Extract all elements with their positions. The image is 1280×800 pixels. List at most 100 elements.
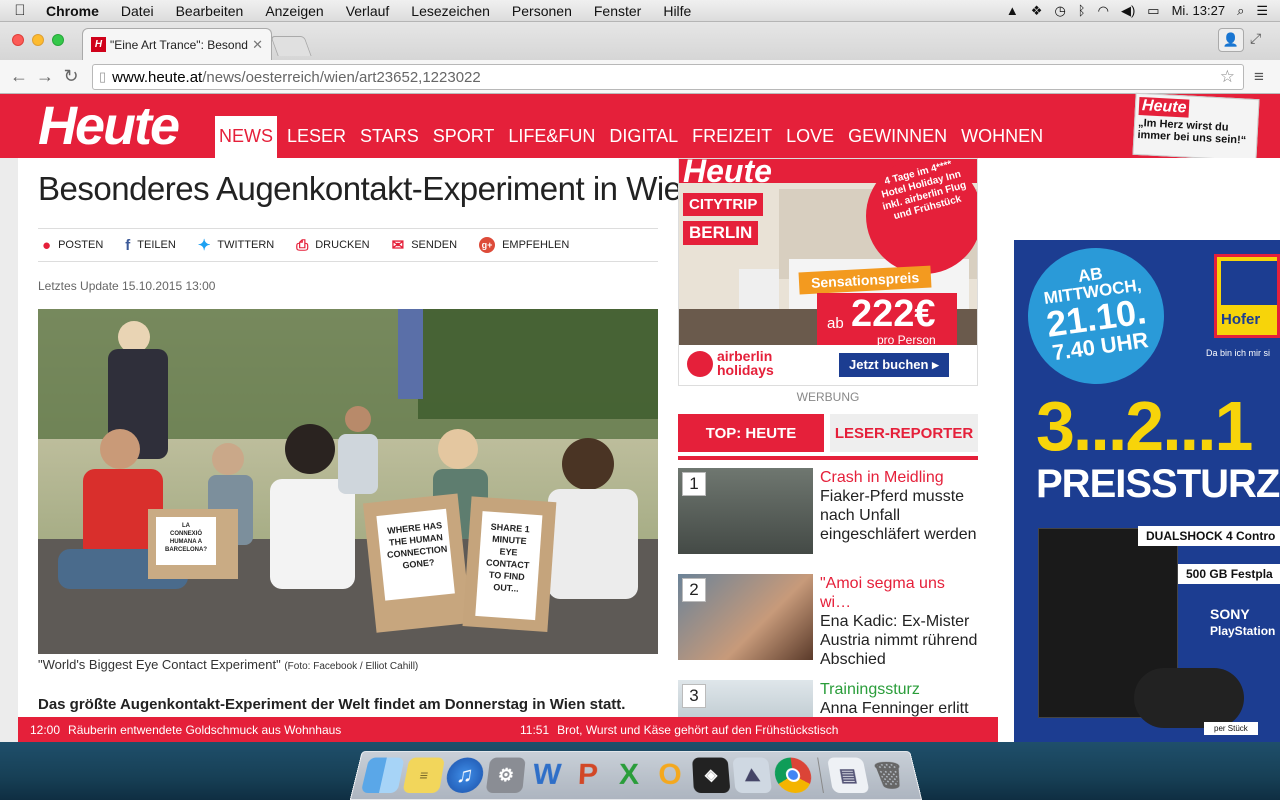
apple-menu-icon[interactable]: : [0, 2, 40, 19]
clock[interactable]: Mi. 13:27: [1172, 3, 1225, 18]
reload-icon[interactable]: ↻: [58, 66, 84, 87]
share-twitter-button[interactable]: ✦ TWITTERN: [198, 236, 274, 254]
volume-icon[interactable]: ◀): [1121, 3, 1135, 19]
browser-tab[interactable]: H "Eine Art Trance": Besonder ✕: [82, 28, 272, 60]
trash-icon[interactable]: 🗑: [867, 758, 911, 793]
airberlin-logo-icon: [687, 351, 713, 377]
google-plus-button[interactable]: g+ EMPFEHLEN: [479, 237, 569, 253]
bookmark-star-icon[interactable]: ☆: [1220, 67, 1235, 87]
top-item-kicker: "Amoi segma uns wi…: [820, 575, 945, 611]
close-window-icon[interactable]: [12, 34, 24, 46]
drive-icon[interactable]: ▲: [1006, 3, 1019, 18]
share-bar: ● POSTEN f TEILEN ✦ TWITTERN ⎙ DRUCKEN ✉ SEND…: [38, 228, 658, 262]
bluetooth-icon[interactable]: ᛒ: [1078, 3, 1086, 18]
top-item-kicker: Trainingssturz: [820, 681, 920, 698]
address-bar[interactable]: ▯ www.heute.at/news/oesterreich/wien/art…: [92, 64, 1244, 90]
top-item-thumbnail: 3: [678, 680, 813, 717]
page-info-icon[interactable]: ▯: [99, 69, 106, 85]
top-item[interactable]: 3 Trainingssturz Anna Fenninger erlitt: [678, 680, 978, 717]
fullscreen-icon[interactable]: ⤢: [1250, 30, 1261, 47]
photo-booth-icon[interactable]: ◈: [692, 757, 731, 794]
ticker-item[interactable]: 11:51 Brot, Wurst und Käse gehört auf den…: [520, 723, 838, 737]
dropbox-icon[interactable]: ❖: [1031, 3, 1043, 19]
zoom-window-icon[interactable]: [52, 34, 64, 46]
nav-stars[interactable]: STARS: [356, 116, 423, 158]
minimize-window-icon[interactable]: [32, 34, 44, 46]
time-machine-icon[interactable]: ◷: [1054, 3, 1065, 19]
word-icon[interactable]: W: [527, 758, 566, 793]
spotlight-icon[interactable]: ⌕: [1237, 3, 1244, 19]
nav-leser[interactable]: LESER: [283, 116, 350, 158]
nav-love[interactable]: LOVE: [782, 116, 838, 158]
tab-title: "Eine Art Trance": Besonder: [110, 37, 249, 52]
menu-hilfe[interactable]: Hilfe: [652, 3, 702, 19]
top-item-number: 1: [682, 472, 706, 496]
nav-wohnen[interactable]: WOHNEN: [957, 116, 1047, 158]
nav-gewinnen[interactable]: GEWINNEN: [844, 116, 951, 158]
ticker-item[interactable]: 12:00 Räuberin entwendete Goldschmuck aus…: [30, 723, 341, 737]
wifi-icon[interactable]: ◠: [1098, 3, 1109, 19]
new-tab-button[interactable]: [270, 36, 312, 56]
citytrip-ad[interactable]: Heute CITYTRIP BERLIN 4 Tage im 4**** Ho…: [678, 158, 978, 386]
article-photo[interactable]: WHERE HASTHE HUMANCONNECTIONGONE? SHARE 1…: [38, 309, 658, 654]
tab-close-icon[interactable]: ✕: [252, 37, 263, 53]
top-item[interactable]: 1 Crash in Meidling Fiaker-Pferd musste n…: [678, 468, 978, 558]
tab-top-heute[interactable]: TOP: HEUTE: [678, 414, 824, 452]
send-email-button[interactable]: ✉ SENDEN: [392, 236, 457, 254]
caption-credit: (Foto: Facebook / Elliot Cahill): [284, 661, 419, 672]
menu-datei[interactable]: Datei: [110, 3, 165, 19]
sony-logo: SONY: [1210, 606, 1250, 622]
outlook-icon[interactable]: O: [652, 758, 689, 793]
print-button[interactable]: ⎙ DRUCKEN: [296, 237, 369, 254]
news-ticker: 12:00 Räuberin entwendete Goldschmuck aus…: [18, 717, 998, 743]
top-item-headline: Fiaker-Pferd musste nach Unfall eingesch…: [820, 488, 977, 543]
nav-sport[interactable]: SPORT: [429, 116, 499, 158]
notification-center-icon[interactable]: ☰: [1256, 3, 1268, 19]
preview-icon[interactable]: ⛰: [732, 757, 773, 794]
google-plus-icon: g+: [479, 237, 496, 253]
jetzt-buchen-button[interactable]: Jetzt buchen ▸: [839, 353, 949, 377]
chrome-menu-icon[interactable]: ≡: [1254, 67, 1264, 87]
excel-icon[interactable]: X: [611, 758, 648, 793]
battery-icon[interactable]: ▭: [1147, 3, 1159, 19]
finder-icon[interactable]: [360, 757, 405, 794]
downloads-stack-icon[interactable]: ▤: [827, 757, 870, 794]
menu-personen[interactable]: Personen: [501, 3, 583, 19]
werbung-label: WERBUNG: [796, 390, 860, 404]
photo-caption: "World's Biggest Eye Contact Experiment"…: [38, 657, 418, 672]
powerpoint-icon[interactable]: P: [569, 758, 607, 793]
article-headline: Besonderes Augenkontakt-Experiment in Wi…: [38, 170, 700, 207]
back-arrow-icon[interactable]: ←: [6, 66, 32, 87]
stickies-icon[interactable]: ≡: [402, 757, 445, 794]
itunes-icon[interactable]: ♫: [443, 757, 486, 794]
tab-leser-reporter[interactable]: LESER-REPORTER: [830, 414, 978, 452]
nav-freizeit[interactable]: FREIZEIT: [688, 116, 776, 158]
top-item-number: 3: [682, 684, 706, 708]
epaper-thumbnail[interactable]: Heute „Im Herz wirst du immer bei uns se…: [1132, 92, 1260, 162]
chrome-icon[interactable]: [772, 757, 814, 794]
paper-headline: „Im Herz wirst du immer bei uns sein!“: [1137, 116, 1247, 147]
menu-verlauf[interactable]: Verlauf: [335, 3, 401, 19]
share-facebook-button[interactable]: f TEILEN: [125, 237, 176, 254]
menu-anzeigen[interactable]: Anzeigen: [254, 3, 334, 19]
forward-arrow-icon[interactable]: →: [32, 66, 58, 87]
nav-life-fun[interactable]: LIFE&FUN: [504, 116, 599, 158]
menu-bearbeiten[interactable]: Bearbeiten: [165, 3, 255, 19]
top-tabs: TOP: HEUTE LESER-REPORTER: [678, 414, 978, 452]
menu-app-name[interactable]: Chrome: [40, 3, 110, 19]
playstation-logo: PlayStation: [1210, 624, 1276, 638]
ad-price-prefix: ab: [827, 315, 844, 332]
top-item[interactable]: 2 "Amoi segma uns wi… Ena Kadic: Ex-Miste…: [678, 574, 978, 668]
share-posten-button[interactable]: ● POSTEN: [42, 237, 103, 254]
nav-digital[interactable]: DIGITAL: [605, 116, 682, 158]
countdown-text: 3...2...1: [1036, 387, 1253, 465]
url-path: /news/oesterreich/wien/art23652,1223022: [202, 68, 481, 86]
system-preferences-icon[interactable]: ⚙: [485, 757, 526, 794]
heute-logo[interactable]: Heute: [38, 96, 180, 156]
left-margin: [0, 158, 18, 742]
profile-icon[interactable]: 👤: [1218, 28, 1244, 52]
menu-lesezeichen[interactable]: Lesezeichen: [400, 3, 501, 19]
hofer-ad[interactable]: AB MITTWOCH, 21.10. 7.40 UHR Hofer Da bi…: [1014, 240, 1280, 742]
menu-fenster[interactable]: Fenster: [583, 3, 652, 19]
nav-news[interactable]: NEWS: [215, 116, 277, 158]
